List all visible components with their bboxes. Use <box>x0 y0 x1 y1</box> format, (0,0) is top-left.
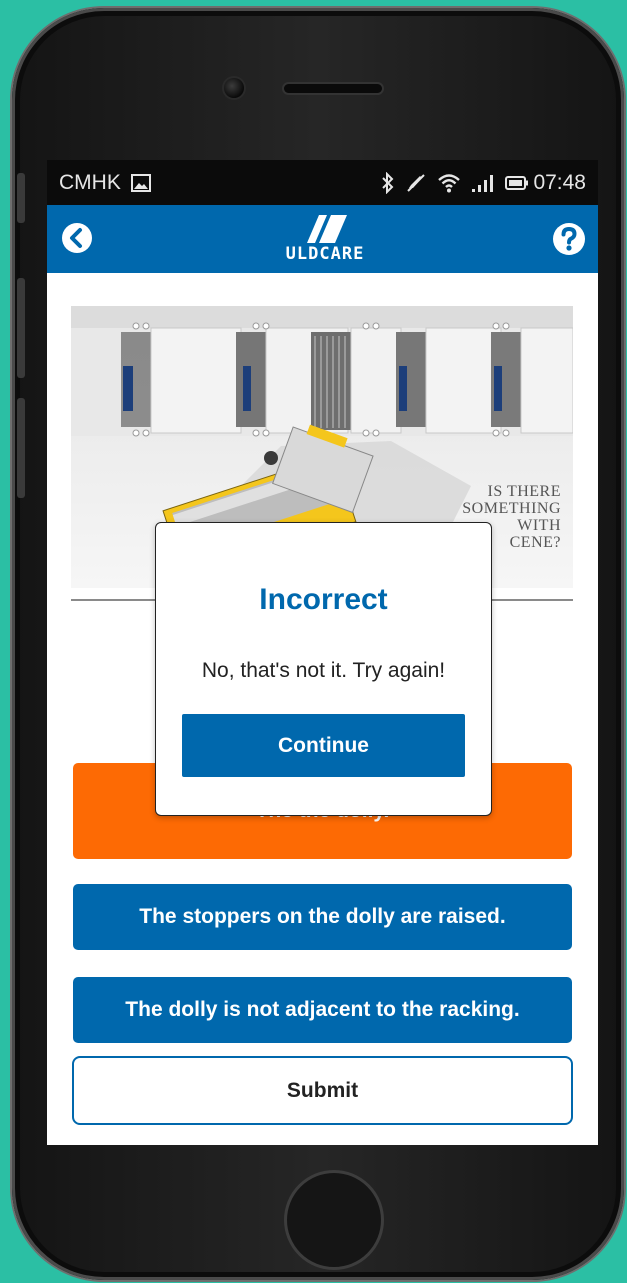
answer-option[interactable]: The dolly is not adjacent to the racking… <box>73 977 572 1043</box>
help-button[interactable] <box>552 222 586 256</box>
answer-label: The stoppers on the dolly are raised. <box>139 905 506 928</box>
quiz-content: IS THERE SOMETHING WITH CENE? A dol erna… <box>47 273 598 1145</box>
carrier-label: CMHK <box>59 170 121 194</box>
submit-label: Submit <box>286 1078 359 1102</box>
logo-mark-icon <box>307 215 347 243</box>
dialog-message: No, that's not it. Try again! <box>201 659 446 682</box>
submit-button[interactable]: Submit <box>72 1056 573 1125</box>
help-icon <box>553 223 585 255</box>
app-header: ULDCARE <box>47 205 598 273</box>
bluetooth-icon <box>381 171 395 194</box>
front-camera <box>224 78 244 98</box>
back-icon <box>62 223 92 253</box>
clock: 07:48 <box>533 170 586 194</box>
app-screen: CMHK 07:48 ULDCARE IS THERE SOMETHING WI… <box>47 160 598 1145</box>
continue-label: Continue <box>278 733 369 757</box>
logo-text: ULDCARE <box>285 244 365 264</box>
home-button[interactable] <box>284 1170 384 1270</box>
status-bar: CMHK 07:48 <box>47 160 598 205</box>
continue-button[interactable]: Continue <box>182 714 465 777</box>
volume-up-button <box>17 278 25 378</box>
image-icon <box>130 173 151 192</box>
incorrect-dialog: Incorrect No, that's not it. Try again! … <box>155 522 492 816</box>
answer-label: The dolly is not adjacent to the racking… <box>125 998 520 1021</box>
wifi-icon <box>437 173 461 193</box>
battery-icon <box>505 175 529 191</box>
mute-switch <box>17 173 25 223</box>
answer-option[interactable]: The stoppers on the dolly are raised. <box>73 884 572 950</box>
back-button[interactable] <box>61 222 93 254</box>
uldcare-logo: ULDCARE <box>255 213 395 267</box>
earpiece-speaker <box>284 84 382 93</box>
signal-icon <box>471 173 495 193</box>
mute-icon <box>405 172 427 194</box>
volume-down-button <box>17 398 25 498</box>
dialog-title: Incorrect <box>259 583 388 616</box>
